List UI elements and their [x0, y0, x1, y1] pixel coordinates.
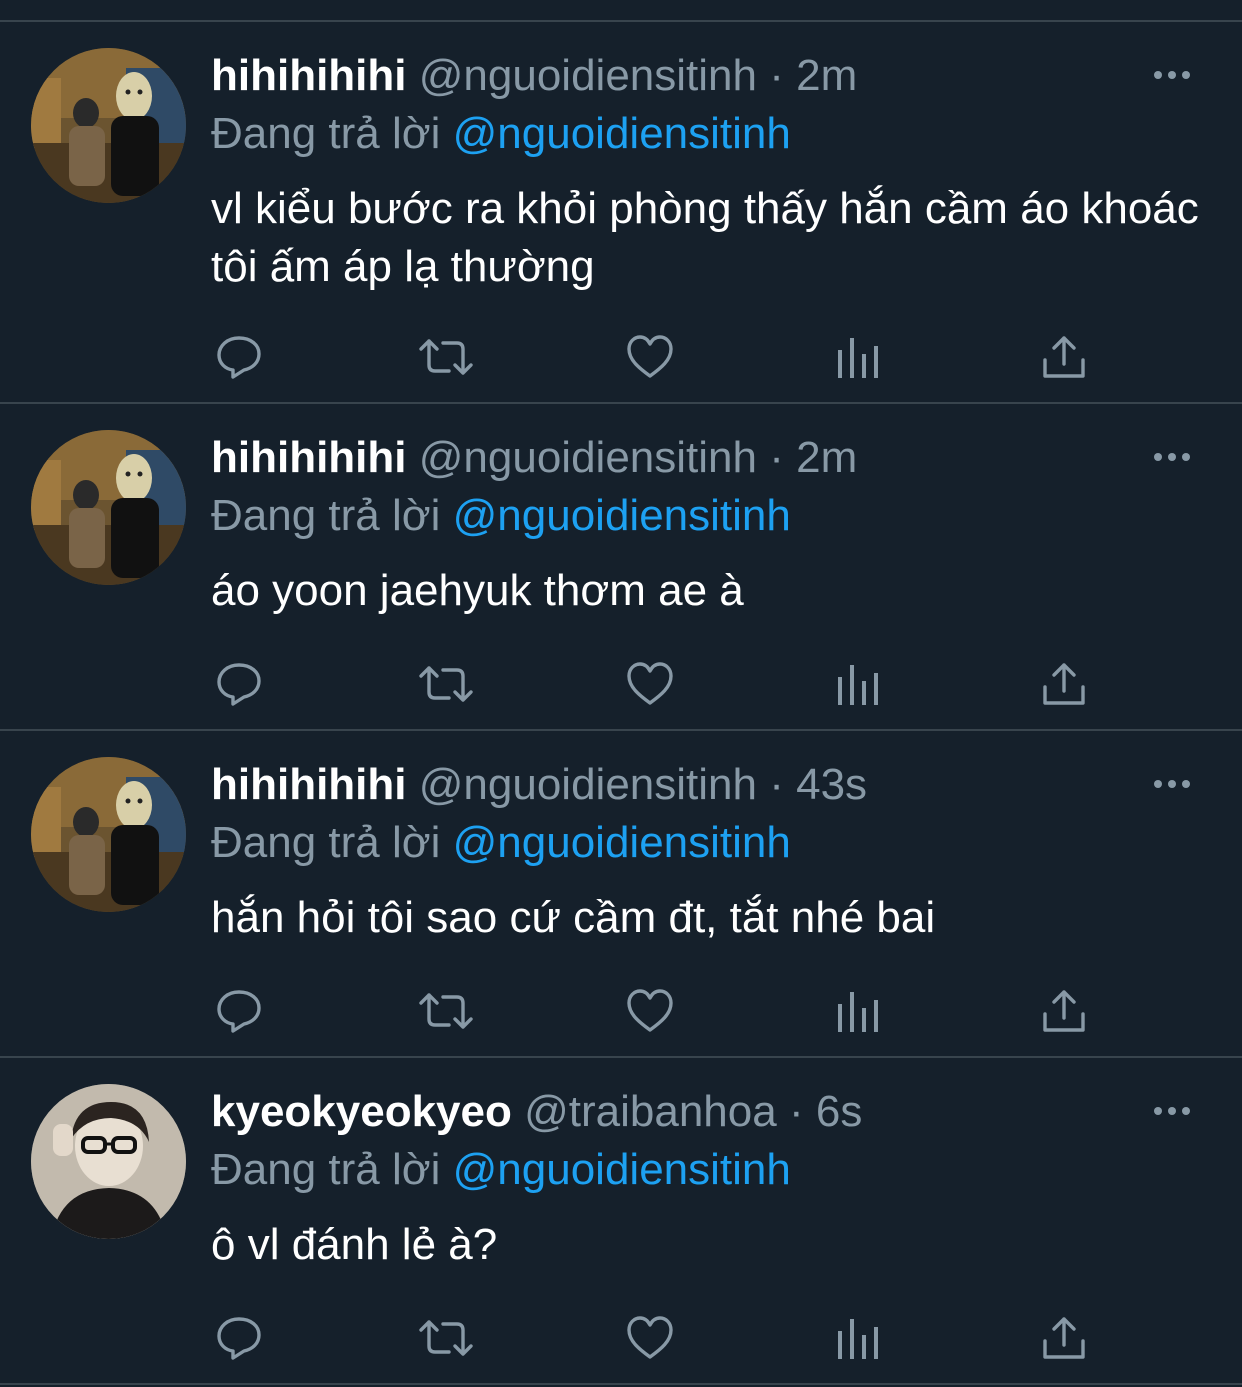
share-icon[interactable]: [1039, 986, 1089, 1036]
user-handle[interactable]: @traibanhoa: [524, 1087, 777, 1136]
avatar[interactable]: [31, 430, 186, 585]
avatar[interactable]: [31, 48, 186, 203]
reply-icon[interactable]: [214, 332, 264, 382]
mention-link[interactable]: @nguoidiensitinh: [453, 491, 791, 540]
like-icon[interactable]: [625, 1313, 675, 1363]
tweet[interactable]: kyeokyeokyeo @traibanhoa · 6s Đang trả l…: [0, 1058, 1242, 1385]
tweet[interactable]: hihihihihi @nguoidiensitinh · 2m Đang tr…: [0, 22, 1242, 404]
separator-dot: ·: [769, 51, 784, 100]
user-handle[interactable]: @nguoidiensitinh: [419, 760, 757, 809]
display-name[interactable]: hihihihihi: [211, 51, 407, 100]
display-name[interactable]: hihihihihi: [211, 760, 407, 809]
tweet[interactable]: hihihihihi @nguoidiensitinh · 2m Đang tr…: [0, 404, 1242, 731]
tweet[interactable]: hihihihihi @nguoidiensitinh · 43s Đang t…: [0, 731, 1242, 1058]
retweet-icon[interactable]: [417, 986, 473, 1036]
action-bar: [211, 986, 1111, 1036]
analytics-icon[interactable]: [835, 332, 885, 382]
user-handle[interactable]: @nguoidiensitinh: [419, 51, 757, 100]
more-options-icon[interactable]: [1152, 1096, 1192, 1126]
action-bar: [211, 332, 1111, 382]
timestamp[interactable]: 43s: [796, 760, 867, 809]
analytics-icon[interactable]: [835, 1313, 885, 1363]
mention-link[interactable]: @nguoidiensitinh: [453, 818, 791, 867]
action-bar: [211, 659, 1111, 709]
like-icon[interactable]: [625, 986, 675, 1036]
reply-icon[interactable]: [214, 659, 264, 709]
avatar[interactable]: [31, 757, 186, 912]
display-name[interactable]: hihihihihi: [211, 433, 407, 482]
replying-to-label: Đang trả lời: [211, 109, 441, 158]
tweet-header: hihihihihi @nguoidiensitinh · 43s: [211, 757, 867, 813]
more-options-icon[interactable]: [1152, 769, 1192, 799]
analytics-icon[interactable]: [835, 659, 885, 709]
tweet-text: áo yoon jaehyuk thơm ae à: [211, 566, 744, 615]
separator-dot: ·: [769, 433, 784, 482]
replying-to: Đang trả lời @nguoidiensitinh: [211, 488, 791, 544]
replying-to: Đang trả lời @nguoidiensitinh: [211, 1142, 791, 1198]
avatar[interactable]: [31, 1084, 186, 1239]
separator-dot: ·: [769, 760, 784, 809]
tweet-text: ô vl đánh lẻ à?: [211, 1220, 498, 1269]
share-icon[interactable]: [1039, 1313, 1089, 1363]
replying-to: Đang trả lời @nguoidiensitinh: [211, 815, 791, 871]
user-handle[interactable]: @nguoidiensitinh: [419, 433, 757, 482]
replying-to: Đang trả lời @nguoidiensitinh: [211, 106, 791, 162]
retweet-icon[interactable]: [417, 1313, 473, 1363]
retweet-icon[interactable]: [417, 332, 473, 382]
display-name[interactable]: kyeokyeokyeo: [211, 1087, 512, 1136]
reply-thread: hihihihihi @nguoidiensitinh · 2m Đang tr…: [0, 22, 1242, 1385]
like-icon[interactable]: [625, 332, 675, 382]
mention-link[interactable]: @nguoidiensitinh: [453, 109, 791, 158]
retweet-icon[interactable]: [417, 659, 473, 709]
share-icon[interactable]: [1039, 332, 1089, 382]
like-icon[interactable]: [625, 659, 675, 709]
replying-to-label: Đang trả lời: [211, 491, 441, 540]
replying-to-label: Đang trả lời: [211, 1145, 441, 1194]
replying-to-label: Đang trả lời: [211, 818, 441, 867]
reply-icon[interactable]: [214, 1313, 264, 1363]
share-icon[interactable]: [1039, 659, 1089, 709]
mention-link[interactable]: @nguoidiensitinh: [453, 1145, 791, 1194]
timestamp[interactable]: 2m: [796, 51, 857, 100]
tweet-text: vl kiểu bước ra khỏi phòng thấy hắn cầm …: [211, 184, 1199, 291]
tweet-header: hihihihihi @nguoidiensitinh · 2m: [211, 430, 857, 486]
timestamp[interactable]: 2m: [796, 433, 857, 482]
separator-dot: ·: [788, 1087, 804, 1136]
action-bar: [211, 1313, 1111, 1363]
reply-icon[interactable]: [214, 986, 264, 1036]
more-options-icon[interactable]: [1152, 442, 1192, 472]
tweet-text: hắn hỏi tôi sao cứ cầm đt, tắt nhé bai: [211, 893, 936, 942]
tweet-header: kyeokyeokyeo @traibanhoa · 6s: [211, 1084, 862, 1140]
timestamp[interactable]: 6s: [816, 1087, 862, 1136]
analytics-icon[interactable]: [835, 986, 885, 1036]
tweet-header: hihihihihi @nguoidiensitinh · 2m: [211, 48, 857, 104]
more-options-icon[interactable]: [1152, 60, 1192, 90]
